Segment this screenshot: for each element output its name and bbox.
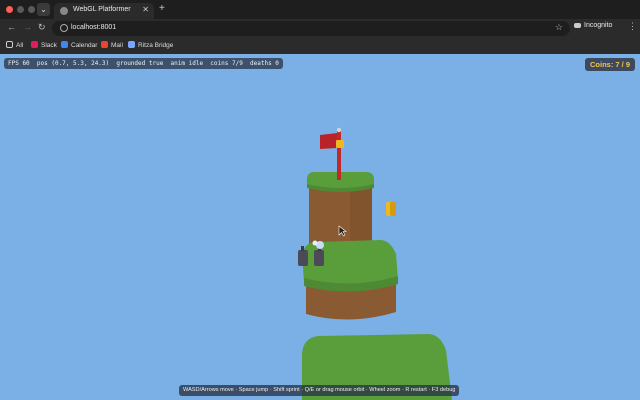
incognito-label: Incognito: [584, 22, 613, 29]
browser-toolbar: ← → ↻ localhost:8001 ☆ Incognito ⋮: [0, 19, 640, 38]
coins-counter: Coins: 7 / 9: [584, 58, 635, 71]
calendar-icon: [61, 41, 68, 48]
tab-webgl-platformer[interactable]: WebGL Platformer ✕: [54, 3, 154, 19]
new-tab-button[interactable]: +: [159, 3, 165, 14]
tab-close-icon[interactable]: ✕: [142, 5, 149, 14]
debug-overlay: FPS 60 pos (0.7, 5.3, 24.3) grounded tru…: [4, 58, 283, 69]
incognito-indicator[interactable]: Incognito: [574, 22, 612, 29]
bookmarks-bar: All Slack Calendar Mail Ritza Bridge: [0, 38, 640, 55]
close-window-button[interactable]: [6, 6, 13, 13]
site-info-icon[interactable]: [60, 24, 68, 32]
reload-icon[interactable]: ↻: [38, 22, 46, 33]
address-bar[interactable]: localhost:8001 ☆: [52, 21, 570, 36]
bookmark-mail[interactable]: Mail: [101, 41, 123, 49]
bookmark-label: All: [16, 42, 24, 49]
tab-search-chevron-icon[interactable]: ⌄: [37, 3, 50, 16]
arrow-right-icon[interactable]: →: [23, 22, 32, 32]
game-canvas[interactable]: FPS 60 pos (0.7, 5.3, 24.3) grounded tru…: [0, 54, 640, 400]
bookmark-label: Slack: [41, 42, 57, 49]
gmail-icon: [101, 41, 108, 48]
bookmark-label: Mail: [111, 42, 123, 49]
globe-icon: [60, 7, 68, 15]
controls-help: WASD/Arrows move · Space jump · Shift sp…: [179, 385, 460, 396]
game-scene: [298, 127, 452, 400]
folder-icon: [6, 41, 13, 48]
incognito-icon: [574, 22, 581, 28]
ritza-bridge-icon: [128, 41, 135, 48]
bookmark-label: Calendar: [71, 42, 98, 49]
tab-title: WebGL Platformer: [73, 6, 131, 13]
maximize-window-button[interactable]: [28, 6, 35, 13]
coin: [386, 202, 396, 216]
window-titlebar: ⌄ WebGL Platformer ✕ +: [0, 0, 640, 19]
coin: [336, 140, 344, 148]
bookmark-slack[interactable]: Slack: [31, 41, 57, 49]
minimize-window-button[interactable]: [17, 6, 24, 13]
slack-icon: [31, 41, 38, 48]
bookmark-ritza-bridge[interactable]: Ritza Bridge: [128, 41, 173, 49]
bookmark-label: Ritza Bridge: [138, 42, 174, 49]
arrow-left-icon[interactable]: ←: [7, 22, 16, 32]
kebab-menu-icon[interactable]: ⋮: [628, 21, 637, 32]
url-text: localhost:8001: [71, 24, 117, 31]
star-icon[interactable]: ☆: [555, 22, 563, 33]
bookmark-calendar[interactable]: Calendar: [61, 41, 97, 49]
bookmark-all[interactable]: All: [6, 41, 23, 49]
